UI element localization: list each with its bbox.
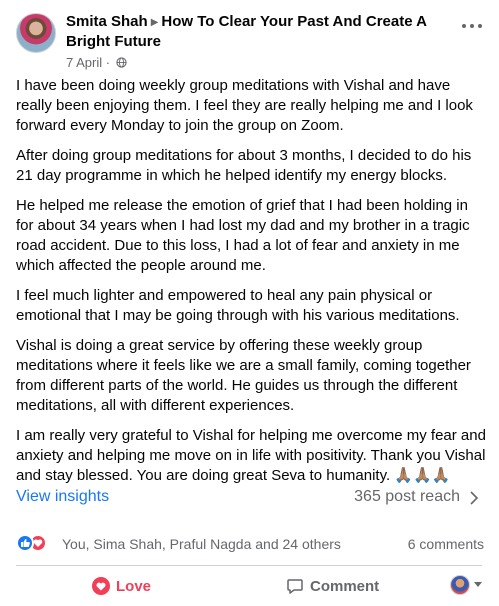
post-card: Smita Shah ▶ How To Clear Your Past And Cr… [0, 0, 499, 606]
insights-bar: View insights 365 post reach [16, 486, 482, 510]
post-content: I have been doing weekly group meditatio… [16, 76, 486, 496]
comment-label: Comment [310, 577, 380, 595]
author-name[interactable]: Smita Shah [66, 13, 148, 30]
author-line: Smita Shah ▶ How To Clear Your Past And Cr… [66, 12, 446, 51]
post-date[interactable]: 7 April [66, 55, 102, 70]
comment-icon [287, 579, 303, 594]
chevron-right-icon[interactable] [468, 490, 480, 506]
arrow-right-icon: ▶ [150, 17, 159, 28]
post-paragraph: He helped me release the emotion of grie… [16, 197, 470, 274]
post-paragraph: I am really very grateful to Vishal for … [16, 427, 486, 484]
divider [16, 565, 482, 566]
heart-icon [92, 577, 110, 595]
like-reaction-icon[interactable] [16, 534, 34, 552]
meta-separator: · [105, 55, 111, 70]
post-paragraph: I feel much lighter and empowered to hea… [16, 287, 460, 324]
caret-down-icon[interactable] [474, 582, 482, 587]
post-meta: 7 April · [66, 55, 446, 71]
post-header: Smita Shah ▶ How To Clear Your Past And Cr… [16, 10, 486, 70]
reactions-bar: You, Sima Shah, Praful Nagda and 24 othe… [16, 534, 484, 554]
globe-icon [116, 57, 127, 68]
post-reach[interactable]: 365 post reach [354, 488, 460, 506]
author-avatar[interactable] [16, 13, 56, 53]
reaction-identity-avatar[interactable] [450, 575, 470, 595]
header-text: Smita Shah ▶ How To Clear Your Past And Cr… [66, 12, 446, 71]
post-paragraph: Vishal is doing a great service by offer… [16, 337, 471, 414]
reactors-list[interactable]: You, Sima Shah, Praful Nagda and 24 othe… [62, 536, 341, 552]
view-insights-link[interactable]: View insights [16, 488, 109, 506]
post-paragraph: After doing group meditations for about … [16, 147, 472, 184]
post-paragraph: I have been doing weekly group meditatio… [16, 77, 473, 134]
comment-button[interactable]: Comment [286, 570, 379, 602]
love-label: Love [116, 577, 152, 595]
love-button[interactable]: Love [92, 570, 151, 602]
action-bar: Love Comment [16, 570, 482, 602]
comments-count[interactable]: 6 comments [408, 536, 484, 552]
more-options-icon[interactable] [458, 16, 486, 36]
